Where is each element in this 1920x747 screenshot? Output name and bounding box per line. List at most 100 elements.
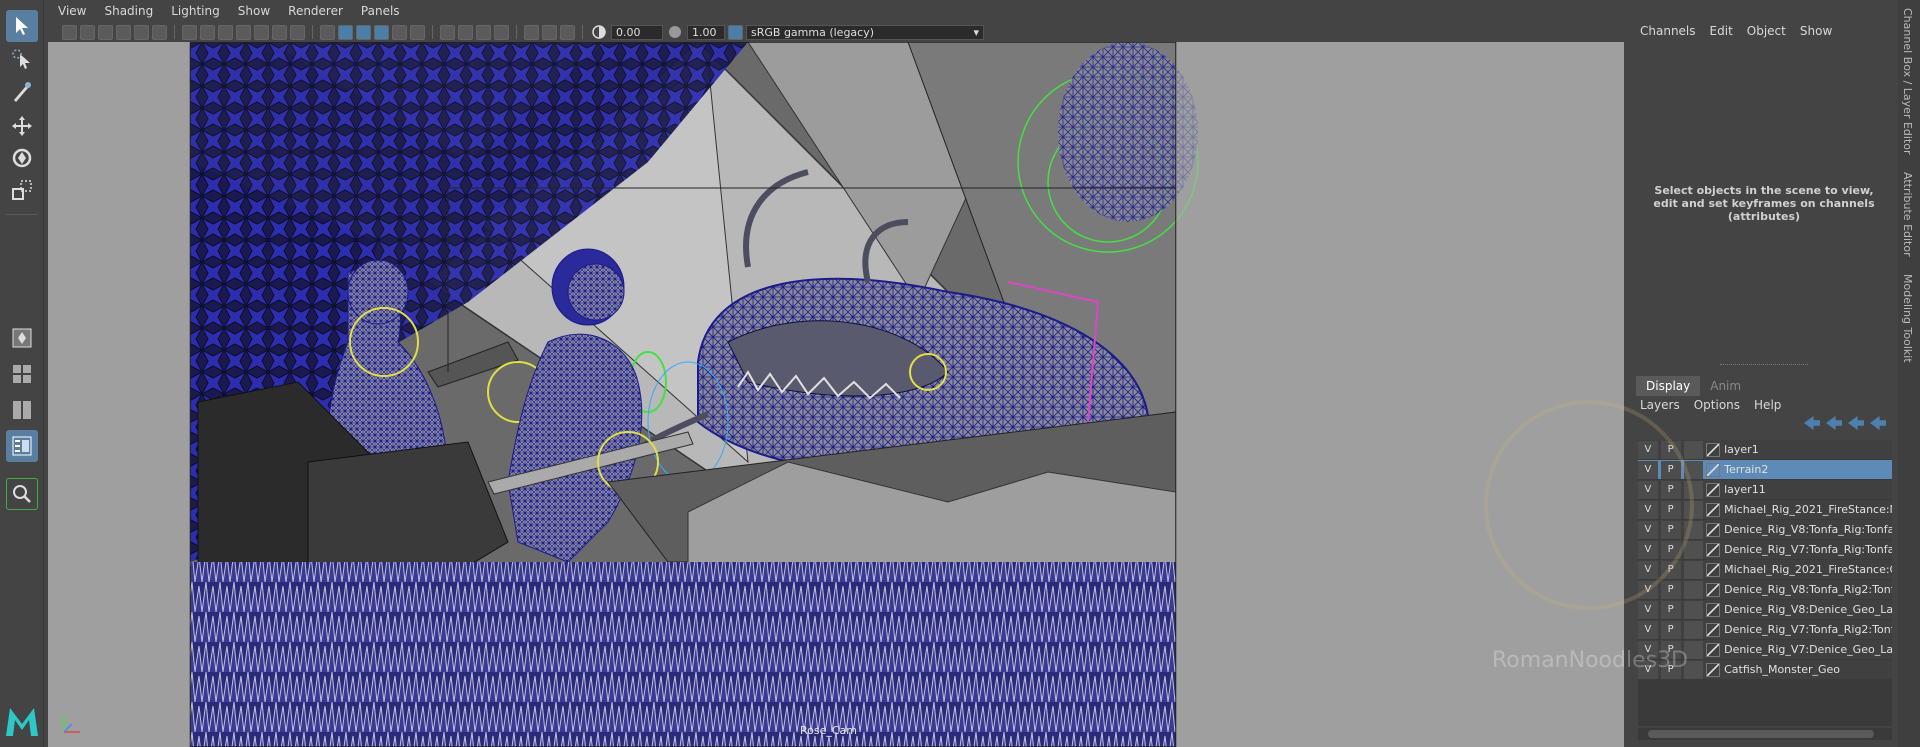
four-pane-layout-icon[interactable] bbox=[6, 358, 38, 390]
menu-lighting[interactable]: Lighting bbox=[171, 4, 220, 18]
move-layer-down-icon[interactable] bbox=[1826, 416, 1842, 430]
menu-show[interactable]: Show bbox=[238, 4, 270, 18]
grease-pencil-icon[interactable] bbox=[152, 24, 167, 40]
menu-panels[interactable]: Panels bbox=[361, 4, 400, 18]
layer-visibility-toggle[interactable]: V bbox=[1638, 620, 1658, 639]
gate-mask-icon[interactable] bbox=[236, 24, 251, 40]
wireframe-icon[interactable] bbox=[320, 24, 335, 40]
safe-title-icon[interactable] bbox=[290, 24, 305, 40]
scale-tool-icon[interactable] bbox=[6, 174, 38, 206]
depth-of-field-icon[interactable] bbox=[494, 24, 509, 40]
paint-select-tool-icon[interactable] bbox=[6, 76, 38, 108]
new-layer-icon[interactable] bbox=[1848, 416, 1864, 430]
tab-channel-box-layer-editor[interactable]: Channel Box / Layer Editor bbox=[1901, 8, 1914, 155]
view-transform-icon[interactable] bbox=[728, 24, 743, 40]
field-chart-icon[interactable] bbox=[254, 24, 269, 40]
two-d-pan-icon[interactable] bbox=[134, 24, 149, 40]
toolbar-separator bbox=[582, 25, 583, 39]
menu-shading[interactable]: Shading bbox=[104, 4, 153, 18]
move-tool-icon[interactable] bbox=[6, 110, 38, 142]
move-layer-up-icon[interactable] bbox=[1804, 416, 1820, 430]
menu-view[interactable]: View bbox=[58, 4, 86, 18]
layer-display-type-toggle[interactable] bbox=[1683, 580, 1704, 599]
lasso-tool-icon[interactable] bbox=[6, 44, 38, 76]
motion-blur-icon[interactable] bbox=[458, 24, 473, 40]
menu-help[interactable]: Help bbox=[1754, 398, 1781, 412]
ambient-occlusion-icon[interactable] bbox=[440, 24, 455, 40]
tab-anim[interactable]: Anim bbox=[1700, 376, 1751, 396]
menu-layers[interactable]: Layers bbox=[1640, 398, 1680, 412]
layer-playback-toggle[interactable]: P bbox=[1660, 580, 1681, 599]
safe-action-icon[interactable] bbox=[272, 24, 287, 40]
toolbar-separator bbox=[432, 25, 433, 39]
camera-select-icon[interactable] bbox=[62, 24, 77, 40]
layer-color-swatch-icon[interactable] bbox=[1706, 482, 1721, 497]
toolbar-separator bbox=[516, 25, 517, 39]
layer-playback-toggle[interactable]: P bbox=[1660, 620, 1681, 639]
layer-row[interactable]: V P Denice_Rig_V7:Tonfa_Rig2:Tonfa bbox=[1638, 620, 1892, 640]
layer-row[interactable]: V P Denice_Rig_V8:Tonfa_Rig2:Tonfa bbox=[1638, 580, 1892, 600]
layer-visibility-toggle[interactable]: V bbox=[1638, 600, 1658, 619]
image-plane-icon[interactable] bbox=[116, 24, 131, 40]
layer-color-swatch-icon[interactable] bbox=[1706, 602, 1721, 617]
layer-name: layer1 bbox=[1724, 443, 1759, 456]
menu-object[interactable]: Object bbox=[1747, 24, 1786, 38]
rotate-tool-icon[interactable] bbox=[6, 142, 38, 174]
isolate-select-icon[interactable] bbox=[524, 24, 539, 40]
search-icon[interactable] bbox=[6, 478, 38, 510]
shadows-icon[interactable] bbox=[410, 24, 425, 40]
bookmark-icon[interactable] bbox=[98, 24, 113, 40]
grid-icon[interactable] bbox=[182, 24, 197, 40]
smooth-shade-icon[interactable] bbox=[338, 24, 353, 40]
layer-color-swatch-icon[interactable] bbox=[1706, 442, 1721, 457]
layer-display-type-toggle[interactable] bbox=[1683, 440, 1704, 459]
layer-row[interactable]: VP Denice_Rig_V8:Denice_Geo_Layer bbox=[1638, 600, 1892, 620]
scrollbar-thumb[interactable] bbox=[1648, 730, 1874, 738]
viewport-panel[interactable]: Rose_Cam bbox=[48, 42, 1624, 747]
layer-color-swatch-icon[interactable] bbox=[1706, 542, 1721, 557]
layer-color-swatch-icon[interactable] bbox=[1706, 562, 1721, 577]
layer-display-type-toggle[interactable] bbox=[1683, 620, 1704, 639]
layer-color-swatch-icon[interactable] bbox=[1706, 622, 1721, 637]
color-space-dropdown[interactable]: sRGB gamma (legacy) ▾ bbox=[746, 24, 984, 40]
layer-color-swatch-icon[interactable] bbox=[1706, 662, 1721, 677]
menu-edit[interactable]: Edit bbox=[1710, 24, 1733, 38]
wireframe-on-shaded-icon[interactable] bbox=[356, 24, 371, 40]
camera-attributes-icon[interactable] bbox=[80, 24, 95, 40]
menu-renderer[interactable]: Renderer bbox=[288, 4, 343, 18]
tab-modeling-toolkit[interactable]: Modeling Toolkit bbox=[1901, 274, 1914, 363]
tab-display[interactable]: Display bbox=[1636, 376, 1701, 396]
exposure-icon[interactable] bbox=[590, 24, 608, 40]
maya-logo-icon bbox=[6, 708, 38, 736]
layer-color-swatch-icon[interactable] bbox=[1706, 502, 1721, 517]
gamma-field[interactable]: 1.00 bbox=[687, 24, 725, 40]
layer-list-horizontal-scrollbar[interactable] bbox=[1638, 728, 1892, 740]
outliner-layout-icon[interactable] bbox=[6, 430, 38, 462]
multisample-icon[interactable] bbox=[476, 24, 491, 40]
layer-playback-toggle[interactable]: P bbox=[1660, 600, 1681, 619]
film-gate-icon[interactable] bbox=[200, 24, 215, 40]
layer-display-type-toggle[interactable] bbox=[1683, 560, 1704, 579]
panel-splitter[interactable] bbox=[1720, 364, 1808, 366]
exposure-field[interactable]: 0.00 bbox=[611, 24, 663, 40]
single-pane-layout-icon[interactable] bbox=[6, 322, 38, 354]
textured-icon[interactable] bbox=[374, 24, 389, 40]
select-tool-icon[interactable] bbox=[6, 10, 38, 42]
xray-joints-icon[interactable] bbox=[560, 24, 575, 40]
two-pane-layout-icon[interactable] bbox=[6, 394, 38, 426]
gamma-icon[interactable] bbox=[666, 24, 684, 40]
xray-icon[interactable] bbox=[542, 24, 557, 40]
layer-color-swatch-icon[interactable] bbox=[1706, 522, 1721, 537]
use-all-lights-icon[interactable] bbox=[392, 24, 407, 40]
layer-color-swatch-icon[interactable] bbox=[1706, 582, 1721, 597]
tab-attribute-editor[interactable]: Attribute Editor bbox=[1901, 172, 1914, 257]
layer-color-swatch-icon[interactable] bbox=[1706, 462, 1721, 477]
layer-display-type-toggle[interactable] bbox=[1683, 600, 1704, 619]
menu-options[interactable]: Options bbox=[1694, 398, 1740, 412]
layer-name: Michael_Rig_2021_FireStance:Gun_Rig: bbox=[1724, 563, 1892, 576]
layer-color-swatch-icon[interactable] bbox=[1706, 642, 1721, 657]
menu-show[interactable]: Show bbox=[1800, 24, 1832, 38]
menu-channels[interactable]: Channels bbox=[1640, 24, 1696, 38]
new-layer-from-selected-icon[interactable] bbox=[1870, 416, 1886, 430]
resolution-gate-icon[interactable] bbox=[218, 24, 233, 40]
